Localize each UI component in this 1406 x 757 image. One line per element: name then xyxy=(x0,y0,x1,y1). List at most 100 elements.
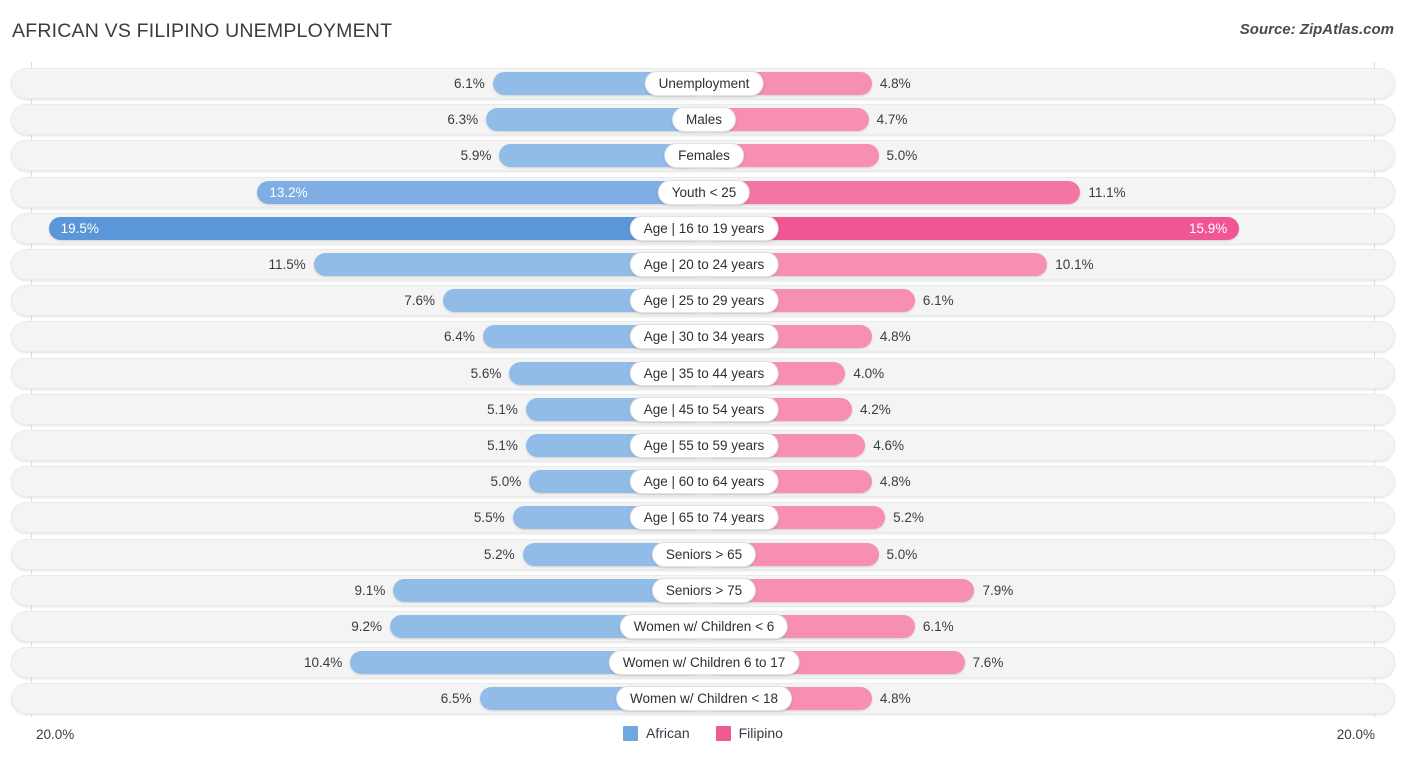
bar-african[interactable] xyxy=(48,216,695,240)
legend-swatch-icon xyxy=(715,725,731,741)
table-row[interactable]: 6.1% 4.8% Unemployment xyxy=(11,68,1395,99)
table-row[interactable]: 5.1% 4.2% Age | 45 to 54 years xyxy=(11,393,1395,425)
bar-filipino[interactable] xyxy=(713,216,1240,240)
row-content: 9.1% 7.9% Seniors > 75 xyxy=(12,576,1394,605)
category-label: Females xyxy=(664,143,744,169)
source-attribution: Source: ZipAtlas.com xyxy=(1239,21,1394,38)
row-content: 5.5% 5.2% Age | 65 to 74 years xyxy=(12,503,1394,532)
value-label-african: 7.6% xyxy=(404,293,436,309)
page-title: AFRICAN VS FILIPINO UNEMPLOYMENT xyxy=(12,20,393,42)
category-label: Age | 35 to 44 years xyxy=(629,360,779,386)
category-label: Seniors > 75 xyxy=(651,577,757,603)
table-row[interactable]: 13.2% 11.1% Youth < 25 xyxy=(11,176,1395,208)
table-row[interactable]: 11.5% 10.1% Age | 20 to 24 years xyxy=(11,249,1395,280)
table-row[interactable]: 5.9% 5.0% Females xyxy=(11,140,1395,172)
value-label-filipino: 6.1% xyxy=(922,293,954,309)
value-label-african: 5.1% xyxy=(487,438,518,453)
category-label: Age | 65 to 74 years xyxy=(629,505,779,531)
table-row[interactable]: 19.5% 15.9% Age | 16 to 19 years xyxy=(11,212,1395,244)
table-row[interactable]: 5.2% 5.0% Seniors > 65 xyxy=(11,538,1395,570)
row-content: 19.5% 15.9% Age | 16 to 19 years xyxy=(12,214,1394,243)
row-content: 5.6% 4.0% Age | 35 to 44 years xyxy=(12,359,1394,388)
row-content: 7.6% 6.1% Age | 25 to 29 years xyxy=(12,286,1394,315)
table-row[interactable]: 6.3% 4.7% Males xyxy=(11,104,1395,136)
value-label-african: 5.1% xyxy=(487,401,518,417)
value-label-african: 6.3% xyxy=(447,112,479,128)
table-row[interactable]: 5.5% 5.2% Age | 65 to 74 years xyxy=(11,502,1395,534)
table-row[interactable]: 5.6% 4.0% Age | 35 to 44 years xyxy=(11,357,1395,389)
category-label: Women w/ Children < 18 xyxy=(616,686,792,712)
category-label: Age | 30 to 34 years xyxy=(629,324,779,350)
value-label-african: 6.1% xyxy=(454,76,485,91)
table-row[interactable]: 7.6% 6.1% Age | 25 to 29 years xyxy=(11,285,1395,317)
category-label: Males xyxy=(671,107,737,133)
chart-legend: African Filipino xyxy=(0,725,1406,741)
value-label-filipino: 4.8% xyxy=(879,329,911,345)
category-label: Age | 16 to 19 years xyxy=(629,215,779,241)
category-label: Age | 25 to 29 years xyxy=(629,288,779,314)
table-row[interactable]: 9.1% 7.9% Seniors > 75 xyxy=(11,574,1395,606)
legend-item[interactable]: Filipino xyxy=(715,725,783,741)
table-row[interactable]: 5.0% 4.8% Age | 60 to 64 years xyxy=(11,466,1395,498)
category-label: Women w/ Children < 6 xyxy=(619,614,789,639)
category-label: Age | 45 to 54 years xyxy=(629,396,779,422)
value-label-filipino: 4.2% xyxy=(860,401,891,417)
category-label: Youth < 25 xyxy=(657,179,751,205)
table-row[interactable]: 9.2% 6.1% Women w/ Children < 6 xyxy=(11,611,1395,642)
value-label-filipino: 4.8% xyxy=(879,691,911,707)
value-label-african: 9.2% xyxy=(351,619,383,634)
value-label-african: 6.5% xyxy=(440,691,472,707)
value-label-filipino: 5.0% xyxy=(886,546,918,562)
value-label-african: 5.0% xyxy=(490,474,522,490)
bar-african[interactable] xyxy=(486,108,695,132)
value-label-filipino: 4.6% xyxy=(873,438,905,453)
chart-footer: 20.0% 20.0% African Filipino xyxy=(0,719,1406,757)
bar-filipino[interactable] xyxy=(713,180,1081,204)
row-content: 5.1% 4.6% Age | 55 to 59 years xyxy=(12,431,1394,460)
value-label-filipino: 7.9% xyxy=(982,582,1014,598)
legend-item[interactable]: African xyxy=(623,725,690,741)
row-content: 6.3% 4.7% Males xyxy=(12,105,1394,134)
value-label-filipino: 15.9% xyxy=(1189,220,1228,236)
value-label-african: 9.1% xyxy=(354,582,386,598)
value-label-african: 5.6% xyxy=(470,365,502,381)
value-label-filipino: 5.0% xyxy=(886,148,918,164)
category-label: Seniors > 65 xyxy=(651,541,757,567)
row-content: 5.2% 5.0% Seniors > 65 xyxy=(12,540,1394,569)
value-label-filipino: 4.8% xyxy=(879,76,911,91)
bar-african[interactable] xyxy=(393,578,695,602)
value-label-african: 5.5% xyxy=(473,510,505,526)
table-row[interactable]: 6.5% 4.8% Women w/ Children < 18 xyxy=(11,683,1395,715)
category-label: Unemployment xyxy=(644,71,764,96)
row-content: 13.2% 11.1% Youth < 25 xyxy=(12,178,1394,207)
chart-header: AFRICAN VS FILIPINO UNEMPLOYMENT Source:… xyxy=(0,0,1406,62)
row-content: 6.4% 4.8% Age | 30 to 34 years xyxy=(12,322,1394,351)
row-content: 11.5% 10.1% Age | 20 to 24 years xyxy=(12,250,1394,279)
row-content: 10.4% 7.6% Women w/ Children 6 to 17 xyxy=(12,648,1394,677)
table-row[interactable]: 5.1% 4.6% Age | 55 to 59 years xyxy=(11,430,1395,461)
category-label: Age | 60 to 64 years xyxy=(629,469,779,495)
category-label: Women w/ Children 6 to 17 xyxy=(608,650,800,676)
category-label: Age | 55 to 59 years xyxy=(629,433,779,458)
value-label-african: 5.2% xyxy=(483,546,515,562)
value-label-african: 11.5% xyxy=(268,257,306,272)
value-label-african: 13.2% xyxy=(269,184,308,200)
row-content: 5.9% 5.0% Females xyxy=(12,141,1394,170)
value-label-filipino: 7.6% xyxy=(972,655,1004,671)
legend-swatch-icon xyxy=(623,725,639,741)
value-label-filipino: 4.0% xyxy=(853,365,885,381)
value-label-filipino: 4.8% xyxy=(879,474,911,490)
table-row[interactable]: 6.4% 4.8% Age | 30 to 34 years xyxy=(11,321,1395,353)
value-label-african: 6.4% xyxy=(444,329,475,345)
value-label-african: 10.4% xyxy=(303,655,343,671)
row-content: 5.1% 4.2% Age | 45 to 54 years xyxy=(12,395,1394,424)
row-content: 6.1% 4.8% Unemployment xyxy=(12,69,1394,98)
value-label-filipino: 10.1% xyxy=(1055,257,1094,272)
bar-filipino[interactable] xyxy=(713,108,869,132)
value-label-filipino: 5.2% xyxy=(893,510,924,526)
table-row[interactable]: 10.4% 7.6% Women w/ Children 6 to 17 xyxy=(11,647,1395,679)
row-content: 6.5% 4.8% Women w/ Children < 18 xyxy=(12,684,1394,713)
bar-african[interactable] xyxy=(257,180,695,204)
value-label-filipino: 6.1% xyxy=(922,619,954,634)
legend-label: African xyxy=(646,725,690,741)
